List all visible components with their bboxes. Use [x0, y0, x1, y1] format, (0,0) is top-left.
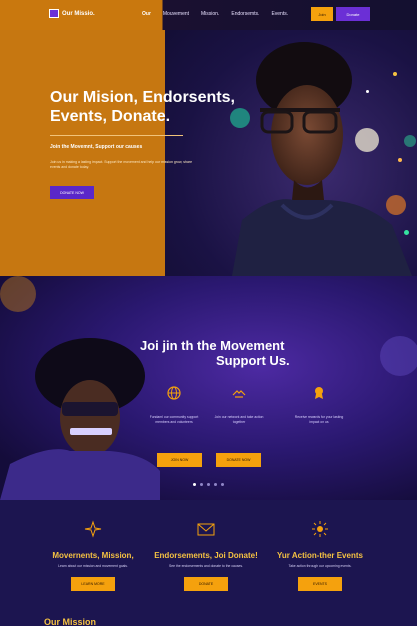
carousel-dot[interactable]	[200, 483, 203, 486]
award-icon	[315, 387, 323, 399]
movement-title-line1: Joi jin th the Movement	[140, 338, 285, 353]
feature-item: Fundaml our community support members an…	[146, 386, 202, 425]
top-navigation: Our Missio. Our Mouvement Mission. Endor…	[0, 0, 417, 30]
hero-subtitle: Join the Movemnt, Support our causes	[50, 144, 143, 150]
card-button[interactable]: LEARN MORE	[71, 577, 115, 591]
hero-orange-panel	[0, 30, 165, 276]
feature-item: Receive rewards for your lasting impact …	[291, 386, 347, 425]
card-text: Learn about our mission and movement goa…	[58, 564, 128, 568]
feature-item: Join our network and take action togethe…	[211, 386, 267, 425]
supporter-portrait	[0, 338, 160, 500]
brand-name: Our Missio.	[62, 10, 95, 17]
hero-description: Join us in making a lasting impact. Supp…	[50, 160, 193, 169]
join-nav-button[interactable]: Join	[311, 7, 333, 21]
movement-title: Joi jin th the Movement Support Us.	[140, 323, 310, 383]
feature-text: Receive rewards for your lasting impact …	[294, 415, 344, 424]
movement-section: Joi jin th the Movement Support Us. Fund…	[0, 276, 417, 500]
donate-now-button[interactable]: DONATE NOW	[216, 453, 261, 467]
hero-portrait	[232, 42, 412, 276]
nav-links: Our Mouvement Mission. Endorsemts. Event…	[142, 11, 300, 17]
card-title: Endorsements, Joi Donate!	[154, 551, 258, 560]
carousel-dot[interactable]	[221, 483, 224, 486]
hero-section: Our Mision, Endorsents, Events, Donate. …	[0, 30, 417, 276]
sunburst-icon	[312, 521, 328, 537]
hero-divider	[50, 135, 183, 136]
bokeh-light	[0, 276, 36, 312]
card-title: Yur Action-ther Events	[277, 551, 363, 560]
hero-donate-button[interactable]: DONATE NOW	[50, 186, 94, 199]
card-title: Movernents, Mission,	[52, 551, 134, 560]
carousel-dot[interactable]	[207, 483, 210, 486]
info-card: Movernents, Mission, Learn about our mis…	[33, 520, 153, 591]
donate-nav-button[interactable]: Donate	[336, 7, 370, 21]
feature-text: Join our network and take action togethe…	[214, 415, 264, 424]
globe-icon	[167, 386, 181, 400]
handshake-icon	[232, 390, 246, 398]
footer-heading: Our Mission	[44, 617, 97, 626]
nav-link-our[interactable]: Our	[142, 11, 151, 17]
info-card: Endorsements, Joi Donate! See the endors…	[146, 520, 266, 591]
cards-section: Movernents, Mission, Learn about our mis…	[0, 500, 417, 626]
carousel-dots	[193, 483, 224, 486]
carousel-dot[interactable]	[193, 483, 196, 486]
card-button[interactable]: DONATE	[184, 577, 228, 591]
info-card: Yur Action-ther Events Take action throu…	[260, 520, 380, 591]
hero-title: Our Mision, Endorsents, Events, Donate.	[50, 89, 235, 125]
nav-link-endorsements[interactable]: Endorsemts.	[231, 11, 259, 17]
nav-link-events[interactable]: Events.	[271, 11, 288, 17]
nav-link-mission[interactable]: Mission.	[201, 11, 219, 17]
envelope-icon	[197, 523, 215, 536]
card-button[interactable]: EVENTS	[298, 577, 342, 591]
bokeh-light	[380, 336, 417, 376]
join-now-button[interactable]: JOIN NOW	[157, 453, 202, 467]
card-text: Take action through our upcoming events.	[288, 564, 352, 568]
card-text: See the endorsements and donate to the c…	[168, 564, 244, 568]
logo-icon	[49, 9, 59, 18]
nav-link-movement[interactable]: Mouvement	[163, 11, 189, 17]
feature-text: Fundaml our community support members an…	[149, 415, 199, 424]
carousel-dot[interactable]	[214, 483, 217, 486]
brand-logo[interactable]: Our Missio.	[49, 9, 95, 18]
movement-title-line2: Support Us.	[216, 353, 290, 368]
sparkle-icon	[84, 520, 102, 538]
